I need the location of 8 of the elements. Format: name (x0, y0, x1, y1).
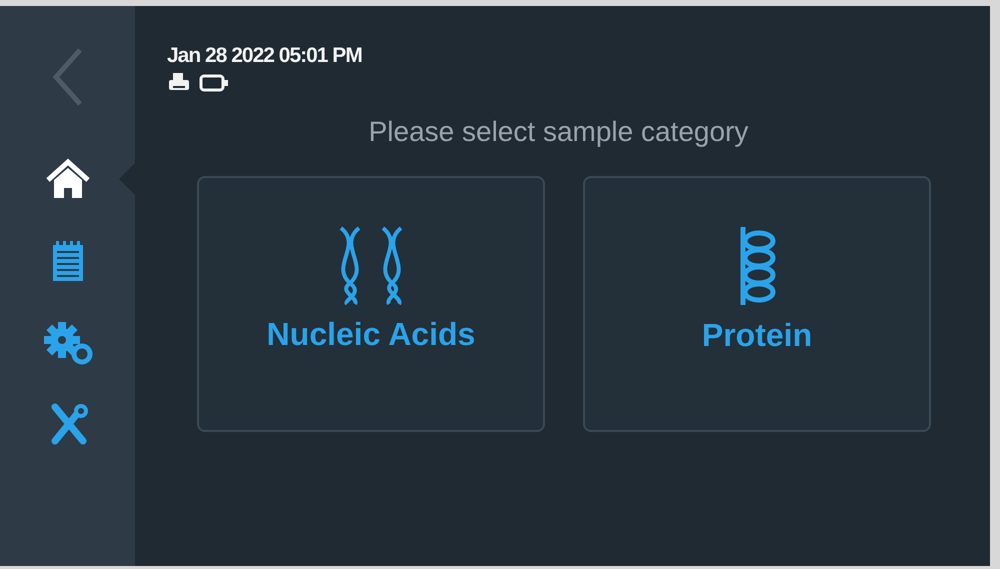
gears-icon (42, 320, 94, 366)
category-card[interactable]: Nucleic Acids (197, 176, 545, 432)
category-card[interactable]: Protein (583, 176, 931, 432)
date-time: Jan 28 2022 05:01 PM (167, 44, 363, 68)
notebook-icon (50, 239, 84, 283)
prompt-text: Please select sample category (368, 116, 750, 148)
usb-icon (199, 74, 229, 92)
home-icon (44, 158, 92, 200)
